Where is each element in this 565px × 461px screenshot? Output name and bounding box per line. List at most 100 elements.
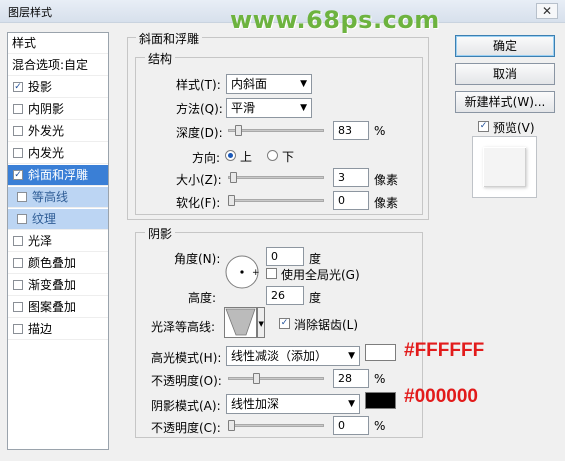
- highlight-opacity-label: 不透明度(O):: [151, 374, 222, 388]
- highlight-mode-select[interactable]: 线性减淡（添加） ▼: [226, 346, 360, 366]
- style-item[interactable]: 纹理: [8, 209, 108, 230]
- style-item-checkbox[interactable]: ✓: [13, 170, 23, 180]
- direction-up-radio[interactable]: [225, 150, 236, 161]
- highlight-hex-annotation: #FFFFFF: [404, 340, 485, 361]
- global-light-checkbox[interactable]: [266, 268, 277, 279]
- technique-select[interactable]: 平滑 ▼: [226, 98, 312, 118]
- size-unit: 像素: [374, 173, 399, 187]
- chevron-down-icon: ▼: [348, 399, 355, 409]
- style-item-checkbox[interactable]: [13, 236, 23, 246]
- direction-label: 方向:: [192, 151, 221, 165]
- gloss-contour-label: 光泽等高线:: [151, 320, 216, 334]
- shadow-opacity-slider[interactable]: [228, 424, 324, 427]
- size-slider[interactable]: [228, 176, 324, 179]
- style-item-checkbox[interactable]: [17, 214, 27, 224]
- structure-title: 结构: [145, 50, 176, 67]
- style-label: 样式(T):: [176, 78, 221, 92]
- direction-down-label: 下: [282, 150, 295, 164]
- style-item-checkbox[interactable]: [13, 258, 23, 268]
- slider-thumb[interactable]: [252, 373, 260, 384]
- style-item[interactable]: 等高线: [8, 187, 108, 208]
- altitude-unit: 度: [309, 291, 322, 305]
- style-item-label: 渐变叠加: [28, 278, 77, 292]
- anti-alias-checkbox[interactable]: ✓: [279, 318, 290, 329]
- preview-checkbox[interactable]: ✓: [478, 121, 489, 132]
- slider-thumb[interactable]: [228, 195, 235, 206]
- technique-label: 方法(Q):: [176, 102, 223, 116]
- style-item-checkbox[interactable]: [13, 148, 23, 158]
- ok-button[interactable]: 确定: [455, 35, 555, 57]
- depth-input[interactable]: 83: [333, 121, 369, 140]
- svg-text:+: +: [252, 268, 260, 278]
- style-item[interactable]: 渐变叠加: [8, 275, 108, 296]
- anti-alias-label: 消除锯齿(L): [294, 318, 359, 332]
- style-item[interactable]: 描边: [8, 319, 108, 340]
- style-item[interactable]: 内发光: [8, 143, 108, 164]
- depth-unit: %: [374, 124, 386, 138]
- preview-swatch: [483, 147, 526, 187]
- highlight-opacity-input[interactable]: 28: [333, 369, 369, 388]
- style-item[interactable]: 颜色叠加: [8, 253, 108, 274]
- style-item[interactable]: 图案叠加: [8, 297, 108, 318]
- highlight-color-swatch[interactable]: [365, 344, 396, 361]
- style-item-label: 颜色叠加: [28, 256, 77, 270]
- altitude-input[interactable]: 26: [266, 286, 304, 305]
- slider-thumb[interactable]: [235, 125, 243, 136]
- angle-label: 角度(N):: [174, 252, 221, 266]
- style-item[interactable]: 光泽: [8, 231, 108, 252]
- angle-input[interactable]: 0: [266, 247, 304, 266]
- chevron-down-icon: ▼: [300, 103, 307, 113]
- shadow-color-swatch[interactable]: [365, 392, 396, 409]
- highlight-opacity-slider[interactable]: [228, 377, 324, 380]
- preview-thumbnail: [472, 136, 537, 198]
- style-item-label: 光泽: [28, 234, 53, 248]
- technique-select-value: 平滑: [231, 101, 256, 115]
- global-light-label: 使用全局光(G): [281, 268, 360, 282]
- style-item-checkbox[interactable]: ✓: [13, 82, 23, 92]
- style-item-checkbox[interactable]: [13, 104, 23, 114]
- style-select[interactable]: 内斜面 ▼: [226, 74, 312, 94]
- depth-slider[interactable]: [228, 129, 324, 132]
- angle-dial[interactable]: +: [224, 254, 260, 290]
- size-input[interactable]: 3: [333, 168, 369, 187]
- style-item-label: 斜面和浮雕: [28, 168, 89, 182]
- style-item-checkbox[interactable]: [13, 126, 23, 136]
- shadow-opacity-input[interactable]: 0: [333, 416, 369, 435]
- preview-label: 预览(V): [493, 121, 535, 135]
- highlight-mode-value: 线性减淡（添加）: [231, 349, 328, 363]
- style-item-checkbox[interactable]: [13, 280, 23, 290]
- shading-title: 阴影: [145, 225, 176, 242]
- shadow-opacity-label: 不透明度(C):: [151, 421, 221, 435]
- gloss-contour-picker[interactable]: ▼: [224, 307, 266, 339]
- style-item-label: 纹理: [32, 212, 57, 226]
- styles-header[interactable]: 样式: [8, 33, 108, 54]
- style-item-label: 外发光: [28, 124, 65, 138]
- style-item-checkbox[interactable]: [17, 192, 27, 202]
- watermark: www.68ps.com: [230, 6, 440, 34]
- style-item[interactable]: 内阴影: [8, 99, 108, 120]
- soften-unit: 像素: [374, 196, 399, 210]
- chevron-down-icon: ▼: [348, 351, 355, 361]
- soften-slider[interactable]: [228, 199, 324, 202]
- size-label: 大小(Z):: [176, 173, 222, 187]
- direction-up-label: 上: [240, 150, 253, 164]
- shadow-mode-select[interactable]: 线性加深 ▼: [226, 394, 360, 414]
- cancel-button[interactable]: 取消: [455, 63, 555, 85]
- soften-input[interactable]: 0: [333, 191, 369, 210]
- direction-down-radio[interactable]: [267, 150, 278, 161]
- style-item-label: 描边: [28, 322, 53, 336]
- new-style-button[interactable]: 新建样式(W)...: [455, 91, 555, 113]
- blend-options[interactable]: 混合选项:自定: [8, 55, 108, 76]
- close-button[interactable]: ✕: [536, 3, 558, 19]
- style-item[interactable]: ✓ 斜面和浮雕: [8, 165, 108, 186]
- angle-unit: 度: [309, 252, 322, 266]
- svg-text:▼: ▼: [259, 320, 265, 328]
- highlight-opacity-unit: %: [374, 372, 386, 386]
- styles-list: 样式 混合选项:自定 ✓ 投影 内阴影外发光内发光 ✓ 斜面和浮雕等高线纹理光泽颜色叠加…: [7, 32, 109, 450]
- style-item-checkbox[interactable]: [13, 302, 23, 312]
- slider-thumb[interactable]: [229, 172, 237, 183]
- style-item[interactable]: ✓ 投影: [8, 77, 108, 98]
- style-item-checkbox[interactable]: [13, 324, 23, 334]
- slider-thumb[interactable]: [228, 420, 235, 431]
- style-item[interactable]: 外发光: [8, 121, 108, 142]
